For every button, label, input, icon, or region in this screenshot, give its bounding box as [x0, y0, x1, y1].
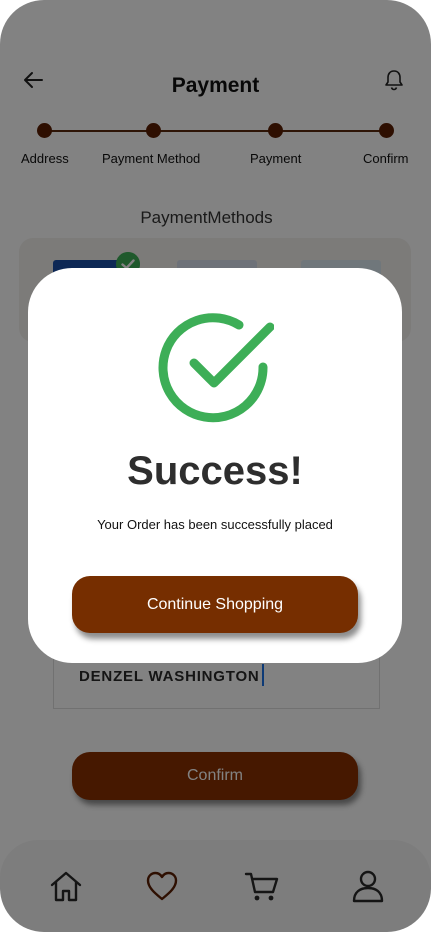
success-modal: Success! Your Order has been successfull… [28, 268, 402, 663]
phone-screen: Payment Address Payment Method Payment C… [0, 0, 431, 932]
continue-shopping-button[interactable]: Continue Shopping [72, 576, 358, 633]
success-title: Success! [127, 449, 303, 493]
success-message: Your Order has been successfully placed [97, 517, 333, 532]
success-check-icon [158, 313, 274, 423]
